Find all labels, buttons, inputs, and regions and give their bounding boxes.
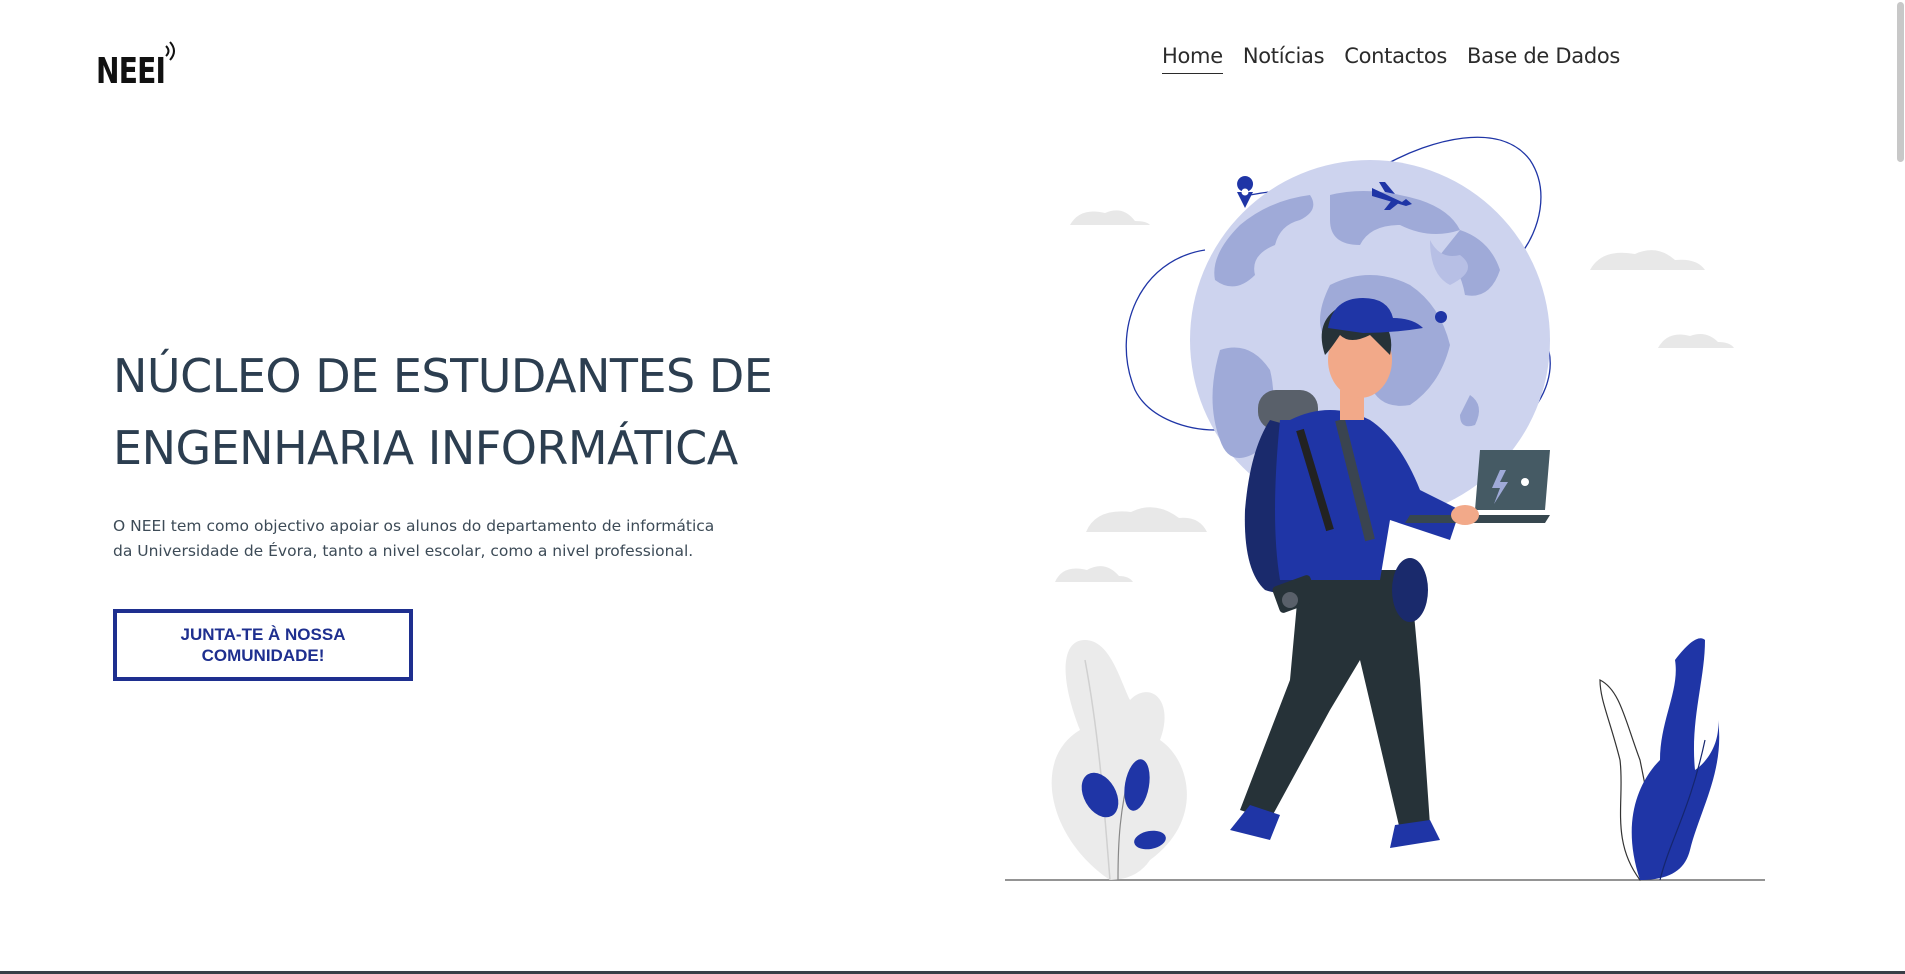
nav-contactos[interactable]: Contactos xyxy=(1344,44,1447,74)
location-pin-icon xyxy=(1237,176,1254,208)
hero-description: O NEEI tem como objectivo apoiar os alun… xyxy=(113,514,743,564)
globe-marker xyxy=(1435,311,1447,323)
traveler-illustration xyxy=(1005,136,1765,882)
nav-home[interactable]: Home xyxy=(1162,44,1223,74)
hero-title-line2: ENGENHARIA INFORMÁTICA xyxy=(113,421,738,475)
hero-description-line2: da Universidade de Évora, tanto a nivel … xyxy=(113,542,694,560)
scrollbar[interactable] xyxy=(1895,0,1905,974)
neei-logo[interactable]: NEEI xyxy=(96,36,186,90)
page: NEEI Home Notícias Contactos Base de Dad… xyxy=(0,0,1905,974)
scrollbar-thumb[interactable] xyxy=(1897,2,1904,162)
hero-title-line1: NÚCLEO DE ESTUDANTES DE xyxy=(113,349,773,403)
plant-right xyxy=(1599,638,1720,882)
nav-base-de-dados[interactable]: Base de Dados xyxy=(1467,44,1620,74)
hero-title: NÚCLEO DE ESTUDANTES DE ENGENHARIA INFOR… xyxy=(113,340,833,484)
nav-noticias[interactable]: Notícias xyxy=(1243,44,1325,74)
signal-icon xyxy=(165,41,175,61)
main-nav: Home Notícias Contactos Base de Dados xyxy=(1162,44,1620,74)
join-community-button[interactable]: JUNTA-TE À NOSSA COMUNIDADE! xyxy=(113,609,413,681)
plant-left xyxy=(1051,640,1187,881)
logo-text: NEEI xyxy=(96,51,166,92)
hero-description-line1: O NEEI tem como objectivo apoiar os alun… xyxy=(113,517,715,535)
